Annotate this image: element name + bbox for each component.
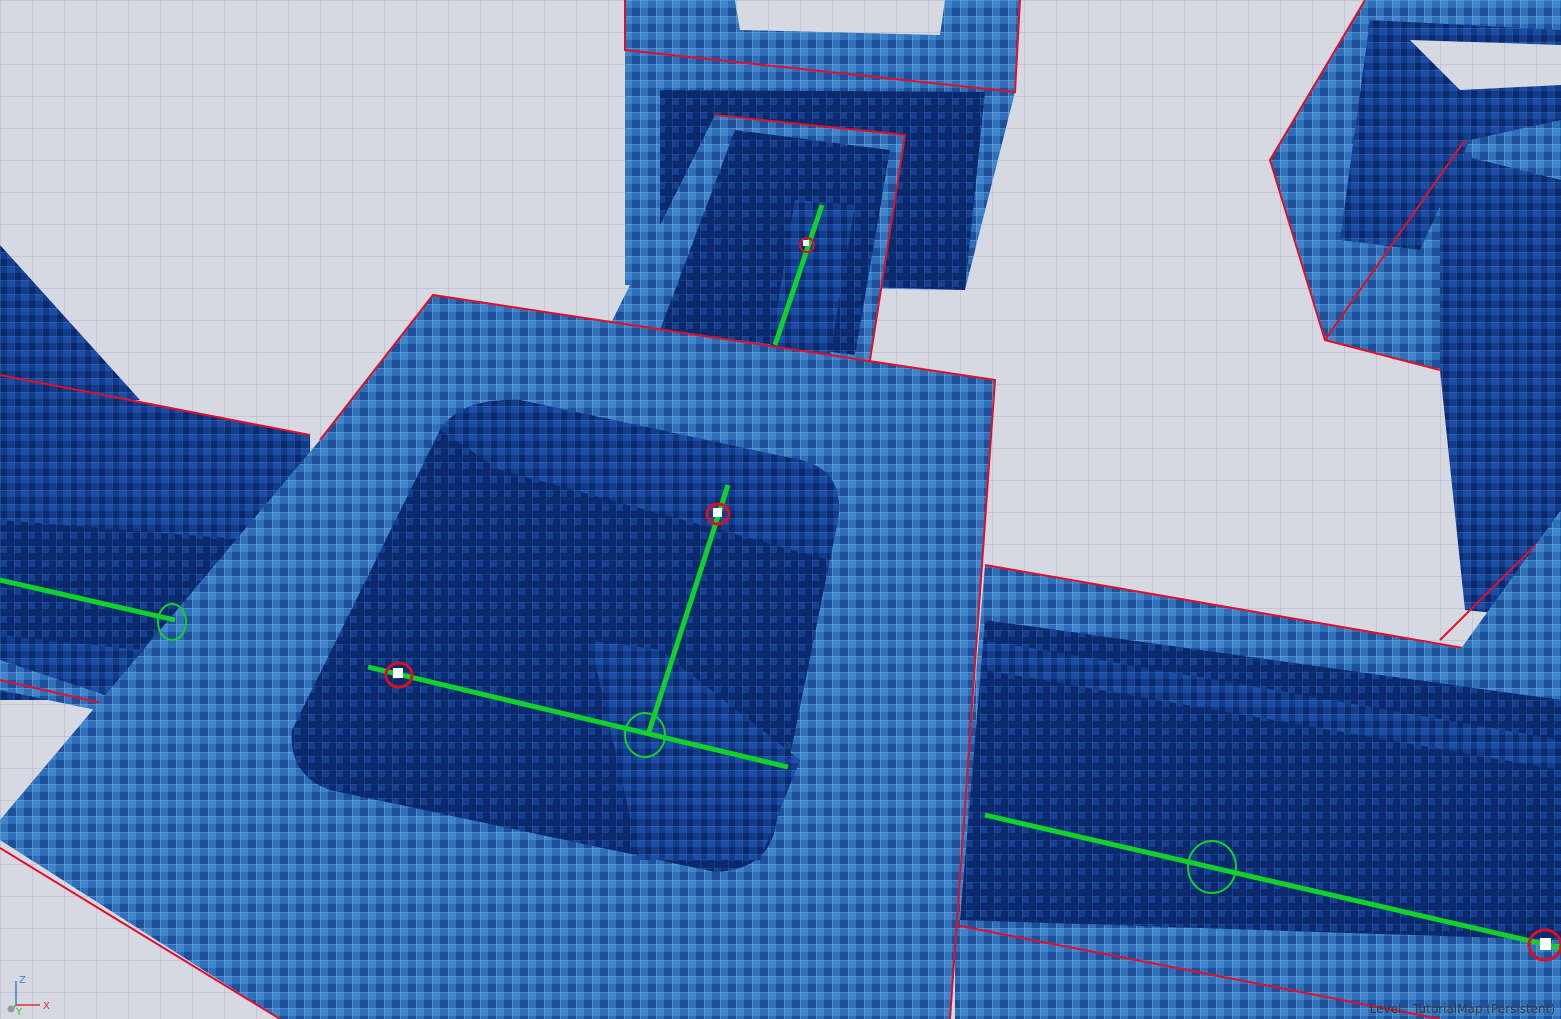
level-prefix: Level: [1369, 1002, 1406, 1016]
axis-gizmo-icon: Z X Y [7, 975, 50, 1015]
level-name: TutorialMap (Persistent) [1413, 1002, 1555, 1016]
level-viewport[interactable]: Z X Y Level: TutorialMap (Persistent) [0, 0, 1561, 1019]
axis-x-label: X [43, 1001, 50, 1012]
scene-render[interactable] [0, 0, 1561, 1019]
axis-y-label: Y [15, 1007, 23, 1015]
level-status: Level: TutorialMap (Persistent) [1370, 1002, 1555, 1016]
axis-z-label: Z [19, 975, 26, 986]
